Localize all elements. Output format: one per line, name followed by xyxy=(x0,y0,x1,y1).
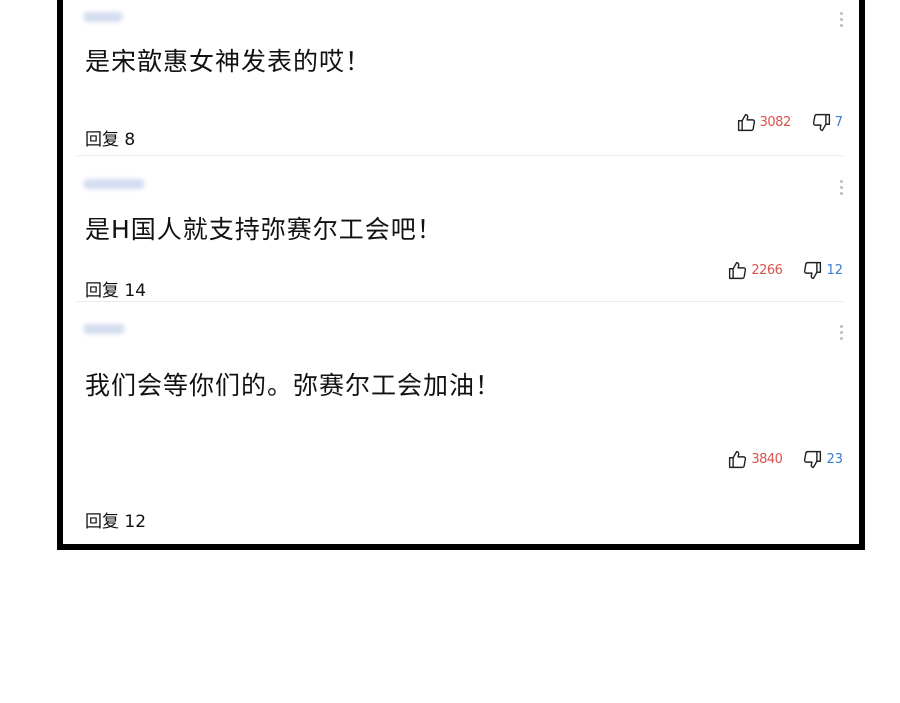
dislike-count: 7 xyxy=(834,115,843,130)
like-button[interactable]: 3840 xyxy=(727,449,783,470)
comment-text: 是H国人就支持弥赛尔工会吧！ xyxy=(85,215,443,244)
like-button[interactable]: 3082 xyxy=(736,112,791,133)
thumbs-down-icon xyxy=(812,113,830,132)
more-dot xyxy=(839,24,843,27)
like-count: 2266 xyxy=(751,263,783,278)
more-dot xyxy=(839,331,843,334)
vote-bar: 3082 7 xyxy=(736,112,843,133)
more-dot xyxy=(839,18,843,21)
more-dot xyxy=(839,325,843,328)
thumbs-up-icon xyxy=(729,261,747,280)
like-count: 3082 xyxy=(759,115,792,130)
blurred-username xyxy=(83,324,125,334)
dislike-count: 23 xyxy=(826,452,843,467)
dislike-button[interactable]: 7 xyxy=(811,112,843,133)
like-button[interactable]: 2266 xyxy=(727,260,783,281)
comment-panel: 是宋歆惠女神发表的哎！ 3082 7 回复 8 是H国人就支持弥赛尔工会吧！ 2… xyxy=(57,0,865,550)
divider xyxy=(77,155,843,156)
dislike-button[interactable]: 12 xyxy=(802,260,843,281)
thumbs-up-icon xyxy=(737,113,755,132)
more-options-button[interactable] xyxy=(839,12,843,27)
like-count: 3840 xyxy=(751,452,783,467)
blurred-username xyxy=(83,179,145,189)
more-dot xyxy=(839,12,843,15)
vote-bar: 2266 12 xyxy=(727,260,843,281)
more-options-button[interactable] xyxy=(839,180,843,195)
dislike-button[interactable]: 23 xyxy=(802,449,843,470)
thumbs-up-icon xyxy=(729,450,747,469)
vote-bar: 3840 23 xyxy=(727,449,843,470)
comment-text: 是宋歆惠女神发表的哎！ xyxy=(85,47,372,76)
more-options-button[interactable] xyxy=(839,325,843,340)
reply-link[interactable]: 回复 8 xyxy=(85,125,135,150)
more-dot xyxy=(839,337,843,340)
more-dot xyxy=(839,186,843,189)
thumbs-down-icon xyxy=(804,261,822,280)
blurred-username xyxy=(83,12,123,22)
thumbs-down-icon xyxy=(804,450,822,469)
divider xyxy=(77,301,843,302)
reply-link[interactable]: 回复 14 xyxy=(85,276,146,301)
dislike-count: 12 xyxy=(826,263,843,278)
more-dot xyxy=(839,180,843,183)
reply-link[interactable]: 回复 12 xyxy=(85,507,146,532)
more-dot xyxy=(839,192,843,195)
comment-text: 我们会等你们的。弥赛尔工会加油！ xyxy=(85,371,502,400)
